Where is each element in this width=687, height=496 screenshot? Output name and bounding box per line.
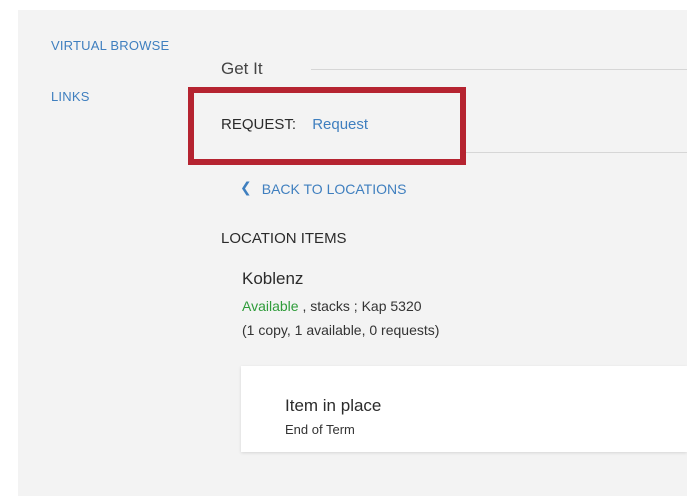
location-name: Koblenz	[242, 269, 304, 288]
get-it-title: Get It	[221, 59, 263, 78]
item-card[interactable]: Item in place End of Term	[241, 366, 687, 452]
location-items-heading: LOCATION ITEMS	[221, 230, 347, 247]
request-label: REQUEST:	[221, 116, 297, 133]
sidebar-item-virtual-browse[interactable]: VIRTUAL BROWSE	[51, 38, 169, 53]
back-to-locations-label: BACK TO LOCATIONS	[261, 180, 407, 197]
shelf-location: , stacks ; Kap 5320	[298, 298, 422, 314]
request-row: REQUEST: Request	[221, 116, 368, 133]
request-divider	[463, 152, 687, 153]
availability-status: Available	[242, 298, 299, 314]
chevron-left-icon: ❮	[240, 179, 252, 195]
full-record-panel: VIRTUAL BROWSE LINKS Get It REQUEST: Req…	[18, 10, 687, 496]
sidebar-item-links[interactable]: LINKS	[51, 89, 90, 104]
request-link[interactable]: Request	[312, 116, 368, 133]
item-status: Item in place	[285, 396, 382, 415]
title-divider	[311, 69, 687, 70]
location-availability: Available , stacks ; Kap 5320	[242, 298, 422, 314]
copy-counts: (1 copy, 1 available, 0 requests)	[242, 322, 440, 338]
item-policy: End of Term	[285, 422, 355, 437]
back-to-locations-link[interactable]: ❮ BACK TO LOCATIONS	[240, 179, 407, 197]
